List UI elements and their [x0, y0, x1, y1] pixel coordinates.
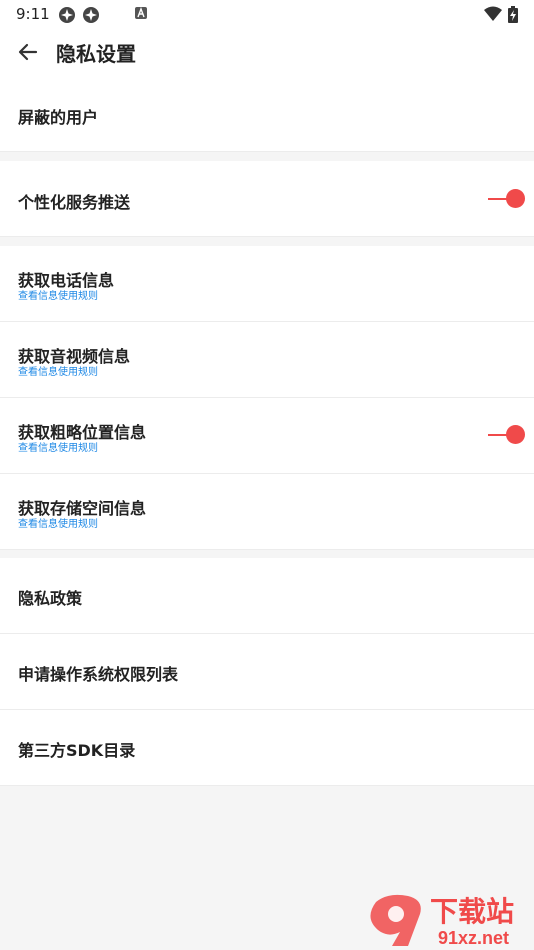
wifi-icon — [484, 6, 502, 21]
toggle-thumb — [506, 425, 525, 444]
toggle-thumb — [506, 189, 525, 208]
app-notification-icon — [83, 7, 99, 23]
list-item-privacy-policy[interactable]: 隐私政策 — [0, 558, 534, 634]
location-info-toggle[interactable] — [486, 424, 526, 446]
status-bar: 9:11 — [0, 0, 534, 28]
usage-rules-link[interactable]: 查看信息使用规则 — [18, 363, 98, 378]
row-label: 屏蔽的用户 — [18, 108, 99, 127]
list-item-blocked-users[interactable]: 屏蔽的用户 — [0, 76, 534, 152]
list-item-personalized-push[interactable]: 个性化服务推送 — [0, 161, 534, 237]
list-item-audio-video-info[interactable]: 获取音视频信息 查看信息使用规则 — [0, 322, 534, 398]
battery-charging-icon — [508, 6, 518, 23]
row-label: 第三方SDK目录 — [18, 741, 136, 760]
list-item-location-info[interactable]: 获取粗略位置信息 查看信息使用规则 — [0, 398, 534, 474]
usage-rules-link[interactable]: 查看信息使用规则 — [18, 515, 98, 530]
row-label: 申请操作系统权限列表 — [18, 665, 179, 684]
row-label: 个性化服务推送 — [18, 193, 131, 212]
watermark-small-text: 91xz.net — [438, 928, 509, 948]
list-item-third-party-sdk[interactable]: 第三方SDK目录 — [0, 710, 534, 786]
usage-rules-link[interactable]: 查看信息使用规则 — [18, 287, 98, 302]
personalized-push-toggle[interactable] — [486, 188, 526, 210]
page-title: 隐私设置 — [56, 42, 136, 66]
status-time: 9:11 — [16, 5, 50, 23]
usage-rules-link[interactable]: 查看信息使用规则 — [18, 439, 98, 454]
row-label: 隐私政策 — [18, 589, 83, 608]
watermark-graphic: 下载站 91xz.net — [370, 894, 514, 948]
list-item-phone-info[interactable]: 获取电话信息 查看信息使用规则 — [0, 246, 534, 322]
list-item-os-permissions[interactable]: 申请操作系统权限列表 — [0, 634, 534, 710]
watermark-logo: 下载站 91xz.net — [362, 888, 532, 948]
font-app-icon — [135, 7, 147, 19]
back-arrow-icon[interactable] — [14, 38, 42, 66]
app-bar: 隐私设置 — [0, 28, 534, 76]
watermark-big-text: 下载站 — [430, 896, 514, 927]
app-notification-icon — [59, 7, 75, 23]
list-item-storage-info[interactable]: 获取存储空间信息 查看信息使用规则 — [0, 474, 534, 550]
